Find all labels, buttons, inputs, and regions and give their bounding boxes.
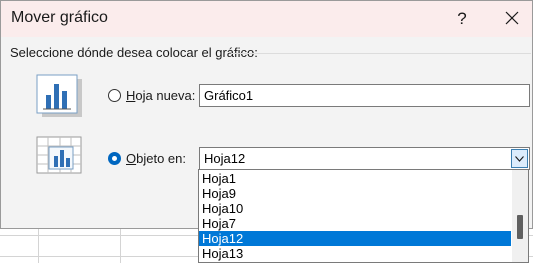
object-in-combobox[interactable]: Hoja12 — [199, 147, 530, 170]
dropdown-button[interactable] — [511, 149, 528, 168]
close-button[interactable] — [492, 3, 532, 35]
dropdown-item[interactable]: Hoja10 — [199, 201, 511, 216]
object-in-label-text: bjeto en: — [136, 151, 186, 166]
dropdown-item[interactable]: Hoja13 — [199, 246, 511, 261]
object-in-value: Hoja12 — [204, 151, 246, 166]
titlebar: Mover gráfico ? — [1, 1, 532, 37]
dropdown-item[interactable]: Hoja7 — [199, 216, 511, 231]
dropdown-scrollbar[interactable] — [512, 170, 528, 262]
embedded-chart-icon — [36, 136, 84, 180]
dropdown-item[interactable]: Hoja9 — [199, 186, 511, 201]
help-button[interactable]: ? — [442, 3, 482, 35]
object-in-radio[interactable] — [108, 152, 121, 165]
scrollbar-thumb[interactable] — [517, 215, 523, 239]
separator — [231, 53, 531, 54]
chart-sheet-icon — [35, 74, 83, 118]
dropdown-item-selected[interactable]: Hoja12 — [199, 231, 511, 246]
new-sheet-label[interactable]: Hoja nueva: — [126, 88, 195, 103]
sheet-dropdown-list: Hoja1 Hoja9 Hoja10 Hoja7 Hoja12 Hoja13 — [198, 169, 529, 263]
dropdown-item[interactable]: Hoja1 — [199, 171, 511, 186]
new-sheet-label-text: oja nueva: — [135, 88, 196, 103]
new-sheet-name-input[interactable]: Gráfico1 — [199, 84, 530, 107]
placement-prompt: Seleccione dónde desea colocar el gráfic… — [10, 45, 258, 60]
new-sheet-label-accesskey: H — [126, 88, 136, 103]
object-in-label[interactable]: Objeto en: — [126, 151, 186, 166]
chevron-down-icon — [515, 156, 524, 162]
close-icon — [505, 11, 519, 25]
new-sheet-radio[interactable] — [108, 89, 121, 102]
object-in-label-accesskey: O — [126, 151, 137, 166]
dialog-title: Mover gráfico — [11, 9, 108, 26]
